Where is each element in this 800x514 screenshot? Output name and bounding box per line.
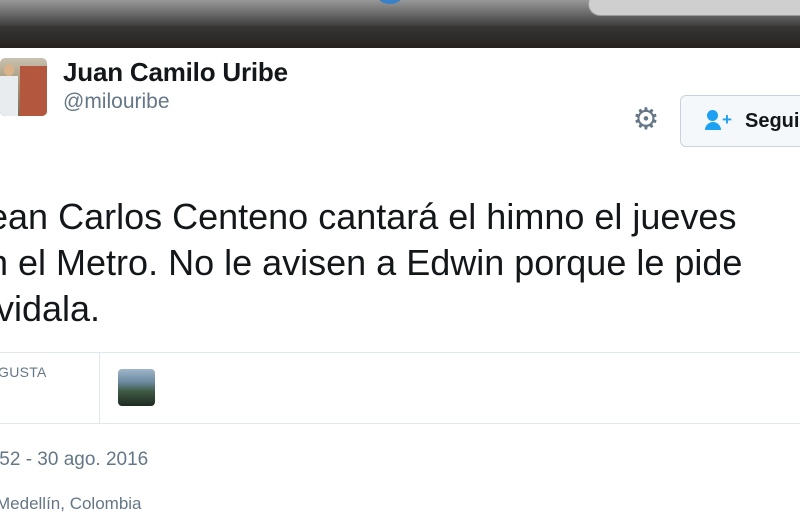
author-avatar[interactable] xyxy=(0,58,47,116)
tweet-timestamp[interactable]: :52 - 30 ago. 2016 xyxy=(0,449,148,471)
tweet-text: ean Carlos Centeno cantará el himno el j… xyxy=(0,194,800,332)
likes-label[interactable]: GUSTA xyxy=(0,364,47,380)
author-handle[interactable]: @milouribe xyxy=(63,90,170,114)
tweet-line: lvidala. xyxy=(0,288,101,329)
tweet-line: n el Metro. No le avisen a Edwin porque … xyxy=(0,242,743,283)
avatar-body xyxy=(0,76,18,116)
gear-icon[interactable]: ⚙ xyxy=(630,104,662,136)
follow-button-label: Segui xyxy=(745,109,800,132)
stats-divider-vertical xyxy=(99,352,100,423)
toolbar-search-field[interactable] xyxy=(588,0,800,16)
follow-button[interactable]: + Segui xyxy=(680,95,800,147)
liker-avatar[interactable] xyxy=(118,369,155,406)
avatar-background xyxy=(20,66,47,116)
avatar-head xyxy=(4,64,14,76)
stats-divider-top xyxy=(0,352,800,353)
stats-divider-bottom xyxy=(0,423,800,424)
author-display-name[interactable]: Juan Camilo Uribe xyxy=(63,57,288,88)
tweet-location[interactable]: Medellín, Colombia xyxy=(0,494,142,514)
tweet-line: ean Carlos Centeno cantará el himno el j… xyxy=(0,196,737,237)
add-user-icon: + xyxy=(705,110,735,132)
browser-toolbar xyxy=(0,0,800,48)
